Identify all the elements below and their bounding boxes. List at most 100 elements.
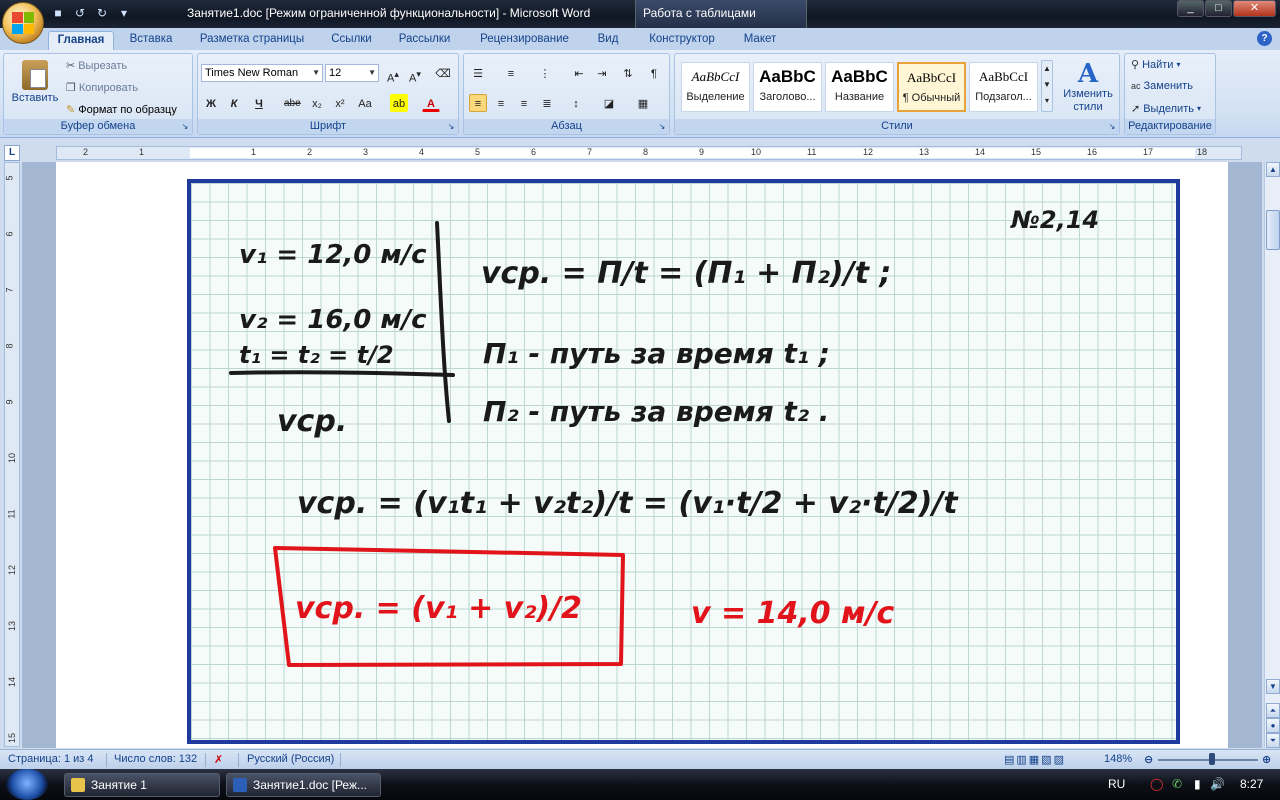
next-page-icon[interactable]: ⏷ — [1266, 733, 1280, 748]
page[interactable]: №2,14 v₁ = 12,0 м/с v₂ = 16,0 м/с t₁ = t… — [56, 162, 1228, 748]
numbering-icon[interactable]: ≡ — [502, 64, 520, 82]
close-button[interactable]: ✕ — [1233, 0, 1276, 17]
show-marks-icon[interactable]: ¶ — [645, 64, 663, 82]
line-spacing-icon[interactable]: ↕ — [567, 94, 585, 112]
change-styles-button[interactable]: A Изменить стили — [1058, 60, 1118, 114]
zoom-slider[interactable] — [1158, 759, 1258, 761]
scroll-thumb[interactable] — [1266, 210, 1280, 250]
styles-launcher-icon[interactable]: ↘ — [1107, 122, 1117, 132]
maximize-button[interactable]: □ — [1205, 0, 1232, 17]
taskbar-item-folder[interactable]: Занятие 1 — [64, 773, 220, 797]
borders-icon[interactable]: ▦ — [634, 94, 652, 112]
language-indicator[interactable]: Русский (Россия) — [247, 753, 334, 765]
redo-icon[interactable]: ↻ — [94, 5, 110, 21]
tab-references[interactable]: Ссылки — [324, 31, 379, 50]
office-button[interactable] — [2, 2, 44, 44]
font-color-icon[interactable]: A — [422, 94, 440, 112]
signal-icon: ▮ — [1194, 777, 1201, 791]
document-area[interactable]: №2,14 v₁ = 12,0 м/с v₂ = 16,0 м/с t₁ = t… — [22, 162, 1262, 748]
style-title[interactable]: AaBbC Название — [825, 62, 894, 112]
minimize-button[interactable]: _ — [1177, 0, 1204, 17]
font-launcher-icon[interactable]: ↘ — [446, 122, 456, 132]
zoom-level[interactable]: 148% — [1104, 753, 1132, 765]
style-normal[interactable]: AaBbCcI ¶ Обычный — [897, 62, 966, 112]
font-size-select[interactable]: 12 ▼ — [325, 64, 379, 82]
tab-home[interactable]: Главная — [48, 31, 114, 50]
style-emphasis[interactable]: AaBbCcI Выделение — [681, 62, 750, 112]
word-count[interactable]: Число слов: 132 — [114, 753, 197, 765]
tab-review[interactable]: Рецензирование — [472, 31, 577, 50]
paragraph-group-label: Абзац — [464, 119, 669, 134]
italic-button[interactable]: К — [225, 94, 243, 112]
cut-button[interactable]: ✂ Вырезать — [66, 59, 127, 73]
help-icon[interactable]: ? — [1257, 31, 1272, 46]
increase-indent-icon[interactable]: ⇥ — [593, 64, 611, 82]
quick-access-toolbar: ■ ↺ ↻ ▾ — [50, 5, 132, 21]
paste-button[interactable]: Вставить — [8, 60, 62, 104]
select-browse-object-icon[interactable]: ● — [1266, 718, 1280, 733]
multilevel-list-icon[interactable]: ⋮ — [536, 64, 554, 82]
align-left-icon[interactable]: ≡ — [469, 94, 487, 112]
find-button[interactable]: ⚲ Найти ▾ — [1131, 58, 1180, 72]
clear-formatting-icon[interactable]: ⌫ — [434, 64, 452, 82]
tab-view[interactable]: Вид — [590, 31, 626, 50]
strikethrough-button[interactable]: abe — [283, 94, 301, 112]
clipboard-launcher-icon[interactable]: ↘ — [180, 122, 190, 132]
tab-page-layout[interactable]: Разметка страницы — [192, 31, 312, 50]
replace-button[interactable]: ac Заменить — [1131, 80, 1193, 92]
given-v2: v₂ = 16,0 м/с — [239, 305, 427, 335]
given-find: vср. — [277, 404, 347, 439]
horizontal-ruler[interactable]: 2 1 1 2 3 4 5 6 7 8 9 10 11 12 13 14 15 … — [56, 146, 1242, 160]
clock[interactable]: 8:27 — [1240, 777, 1263, 791]
save-icon[interactable]: ■ — [50, 5, 66, 21]
shrink-font-icon[interactable]: A▾ — [406, 64, 424, 85]
paragraph-launcher-icon[interactable]: ↘ — [657, 122, 667, 132]
zoom-slider-thumb[interactable] — [1209, 753, 1215, 765]
keyboard-language[interactable]: RU — [1108, 777, 1125, 791]
undo-icon[interactable]: ↺ — [72, 5, 88, 21]
subscript-button[interactable]: x₂ — [308, 94, 326, 112]
page-indicator[interactable]: Страница: 1 из 4 — [8, 753, 94, 765]
select-button[interactable]: ➚ Выделить ▾ — [1131, 102, 1201, 116]
superscript-button[interactable]: x² — [331, 94, 349, 112]
view-buttons-icon[interactable]: ▤▥▦▧▨ — [1004, 753, 1066, 766]
bold-button[interactable]: Ж — [202, 94, 220, 112]
tab-design[interactable]: Конструктор — [642, 31, 722, 50]
customize-qat-icon[interactable]: ▾ — [116, 5, 132, 21]
scroll-down-icon[interactable]: ▼ — [1266, 679, 1280, 694]
phone-icon[interactable]: ✆ — [1172, 777, 1182, 791]
sort-icon[interactable]: ⇅ — [619, 64, 637, 82]
grow-font-icon[interactable]: A▴ — [384, 64, 402, 85]
vertical-scrollbar[interactable]: ▲ ▼ ⏶ ● ⏷ — [1264, 162, 1280, 748]
start-button[interactable] — [6, 769, 48, 800]
align-right-icon[interactable]: ≡ — [515, 94, 533, 112]
volume-icon[interactable]: 🔊 — [1210, 777, 1225, 791]
font-family-select[interactable]: Times New Roman ▼ — [201, 64, 323, 82]
definition-path-2: П₂ - путь за время t₂ . — [483, 395, 829, 428]
scroll-up-icon[interactable]: ▲ — [1266, 162, 1280, 177]
tab-selector-button[interactable]: L — [4, 145, 20, 161]
align-center-icon[interactable]: ≡ — [492, 94, 510, 112]
tab-insert[interactable]: Вставка — [122, 31, 180, 50]
copy-button[interactable]: ❐ Копировать — [66, 81, 138, 95]
styles-scroll-icon[interactable]: ▲ ▼ ▾ — [1041, 60, 1053, 112]
format-painter-button[interactable]: ✎ Формат по образцу — [66, 103, 177, 117]
opera-icon[interactable]: ◯ — [1150, 777, 1163, 791]
justify-icon[interactable]: ≣ — [538, 94, 556, 112]
tab-mailings[interactable]: Рассылки — [392, 31, 457, 50]
underline-button[interactable]: Ч — [250, 94, 268, 112]
bullets-icon[interactable]: ☰ — [469, 64, 487, 82]
previous-page-icon[interactable]: ⏶ — [1266, 703, 1280, 718]
style-subtitle[interactable]: AaBbCcI Подзагол... — [969, 62, 1038, 112]
style-heading[interactable]: AaBbC Заголово... — [753, 62, 822, 112]
tab-layout[interactable]: Макет — [735, 31, 785, 50]
shading-icon[interactable]: ◪ — [600, 94, 618, 112]
vertical-ruler[interactable]: 5 6 7 8 9 10 11 12 13 14 15 — [4, 162, 20, 747]
decrease-indent-icon[interactable]: ⇤ — [570, 64, 588, 82]
zoom-out-icon[interactable]: ⊖ — [1144, 753, 1153, 766]
change-case-button[interactable]: Aa — [356, 94, 374, 112]
highlight-icon[interactable]: ab — [390, 94, 408, 112]
proofing-icon[interactable]: ✗ — [214, 753, 223, 766]
zoom-in-icon[interactable]: ⊕ — [1262, 753, 1271, 766]
taskbar-item-word[interactable]: Занятие1.doc [Реж... — [226, 773, 381, 797]
